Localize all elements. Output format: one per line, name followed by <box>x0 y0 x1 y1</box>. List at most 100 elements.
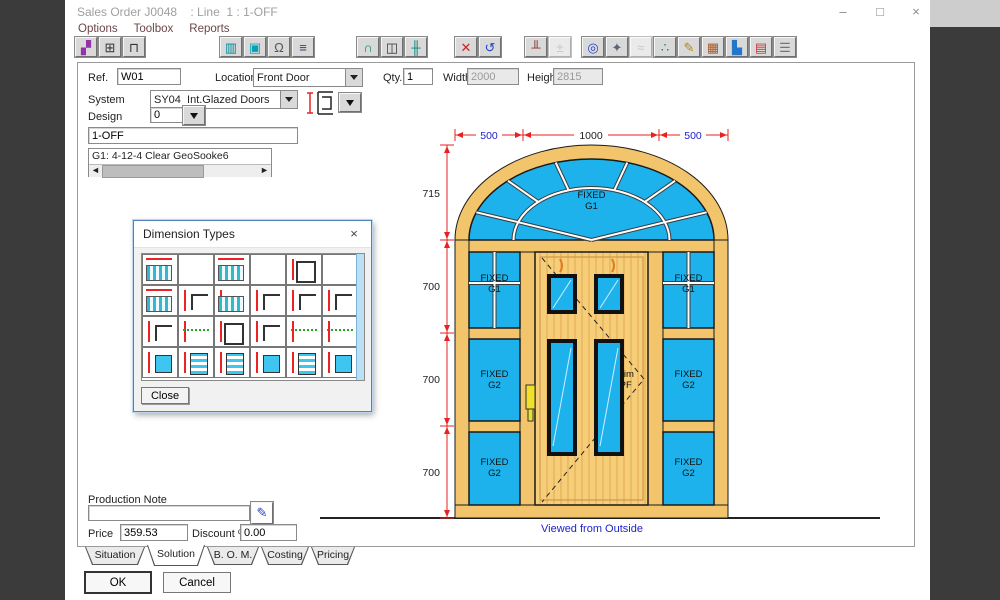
dialog-close-button[interactable]: Close <box>141 387 189 404</box>
menu-reports[interactable]: Reports <box>189 23 229 35</box>
dimension-type-thumbnail[interactable] <box>250 347 286 378</box>
maximize-button[interactable]: □ <box>867 2 893 22</box>
desktop-background <box>930 0 1000 27</box>
dimension-type-thumbnail[interactable] <box>250 316 286 347</box>
undo-icon[interactable]: ↺ <box>479 37 501 57</box>
dimension-type-thumbnail[interactable] <box>142 285 178 316</box>
report-icon[interactable]: ▤ <box>750 37 772 57</box>
window-panes-icon[interactable]: ▥ <box>220 37 242 57</box>
window-title: Sales Order J0048 : Line 1 : 1-OFF <box>77 5 278 19</box>
production-note-input[interactable] <box>88 505 250 521</box>
dimension-type-thumbnail[interactable] <box>286 347 322 378</box>
menu-options[interactable]: Options <box>78 23 118 35</box>
menu-toolbox[interactable]: Toolbox <box>134 23 174 35</box>
tab-pricing[interactable]: Pricing <box>311 547 355 565</box>
dimension-type-thumbnail[interactable] <box>178 316 214 347</box>
dimension-type-thumbnail[interactable] <box>142 347 178 378</box>
glass-listbox-scrollbar[interactable]: ◄ ► <box>89 164 271 177</box>
dimension-type-thumbnail[interactable] <box>286 254 322 285</box>
double-door-icon[interactable]: ◫ <box>381 37 403 57</box>
tab-costing[interactable]: Costing <box>261 547 309 565</box>
qty-input[interactable] <box>403 68 433 85</box>
dialog-scrollbar[interactable] <box>356 254 364 380</box>
dim-left-2: 700 <box>422 281 440 293</box>
system-label: System <box>88 94 125 106</box>
document-icon[interactable]: ☰ <box>774 37 796 57</box>
bottom-tabs: Situation Solution B. O. M. Costing Pric… <box>85 547 355 566</box>
fan-icon[interactable]: ✦ <box>606 37 628 57</box>
glass-spec-listbox[interactable]: G1: 4-12-4 Clear GeoSooke6 ◄ ► <box>88 148 272 177</box>
dimension-type-thumbnail[interactable] <box>214 316 250 347</box>
cancel-button[interactable]: Cancel <box>163 572 231 593</box>
sales-order-window: Sales Order J0048 : Line 1 : 1-OFF – □ ×… <box>65 0 930 600</box>
glass-spec-item[interactable]: G1: 4-12-4 Clear GeoSooke6 <box>89 149 271 164</box>
head-section-icon[interactable]: ⊓ <box>123 37 145 57</box>
chevron-down-icon[interactable] <box>280 91 297 108</box>
dialog-close-icon[interactable]: × <box>345 225 363 243</box>
arch-icon[interactable]: ∩ <box>357 37 379 57</box>
svg-text:G2: G2 <box>682 468 695 479</box>
dimension-type-thumbnail[interactable] <box>214 285 250 316</box>
svg-text:FIXED: FIXED <box>481 457 509 468</box>
tab-bom[interactable]: B. O. M. <box>207 547 259 565</box>
dimension-types-dialog: Dimension Types × <box>133 220 372 412</box>
edit-note-icon[interactable]: ✎ <box>251 502 273 524</box>
width-input <box>467 68 519 85</box>
dimension-types-panel <box>141 253 365 381</box>
scroll-right-icon[interactable]: ► <box>258 165 271 176</box>
ref-input[interactable] <box>117 68 181 85</box>
grid-window-icon[interactable]: ⊞ <box>99 37 121 57</box>
dimension-left: 715 700 700 700 <box>422 145 454 518</box>
dimension-type-thumbnail[interactable] <box>142 254 178 285</box>
dots-pen-icon[interactable]: ∴ <box>654 37 676 57</box>
dim-left-4: 700 <box>422 467 440 479</box>
survey-list-icon[interactable]: ≡ <box>292 37 314 57</box>
discount-input[interactable] <box>240 524 297 541</box>
dimension-type-thumbnail[interactable] <box>322 285 358 316</box>
tab-situation[interactable]: Situation <box>85 547 145 565</box>
dimension-type-thumbnail[interactable] <box>250 285 286 316</box>
delete-icon[interactable]: ✕ <box>455 37 477 57</box>
dialog-title-bar: Dimension Types × <box>134 221 371 248</box>
scroll-left-icon[interactable]: ◄ <box>89 165 102 176</box>
grill-icon[interactable]: ╫ <box>405 37 427 57</box>
dimension-type-thumbnail[interactable] <box>214 254 250 285</box>
dimension-type-thumbnail[interactable] <box>322 347 358 378</box>
profile-dropdown-button[interactable] <box>339 93 361 112</box>
close-button[interactable]: × <box>903 2 929 22</box>
dimension-type-thumbnail[interactable] <box>178 254 214 285</box>
svg-text:G1: G1 <box>682 284 695 295</box>
scrollbar-thumb[interactable] <box>102 165 204 178</box>
dimension-type-thumbnail[interactable] <box>322 316 358 347</box>
chart-icon[interactable]: ▙ <box>726 37 748 57</box>
location-select[interactable]: Front Door <box>253 68 363 87</box>
dimension-type-thumbnail[interactable] <box>178 347 214 378</box>
pen-icon[interactable]: ✎ <box>678 37 700 57</box>
toolbar-group-2: ▥ ▣ Ω ≡ <box>220 37 314 57</box>
frame-icon[interactable]: ▣ <box>244 37 266 57</box>
scales-icon[interactable]: ╨ <box>525 37 547 57</box>
line-description-input[interactable] <box>88 127 298 144</box>
dimension-type-thumbnail[interactable] <box>286 285 322 316</box>
bulb-icon[interactable]: Ω <box>268 37 290 57</box>
chevron-down-icon[interactable] <box>345 69 362 86</box>
dimension-type-thumbnail[interactable] <box>178 285 214 316</box>
ok-button[interactable]: OK <box>85 572 151 593</box>
dimension-type-thumbnail[interactable] <box>322 254 358 285</box>
dimension-type-thumbnail[interactable] <box>250 254 286 285</box>
title-bar: Sales Order J0048 : Line 1 : 1-OFF – □ × <box>65 0 930 24</box>
dimension-type-thumbnail[interactable] <box>214 347 250 378</box>
machine-icon[interactable]: ▦ <box>702 37 724 57</box>
profile-palette-icon[interactable]: ▞ <box>75 37 97 57</box>
toolbar-group-6: ◎ ✦ ≈ ∴ ✎ ▦ ▙ ▤ ☰ <box>582 37 796 57</box>
design-dropdown-button[interactable] <box>183 106 205 125</box>
fanlight-label-g1: G1 <box>585 201 598 212</box>
svg-text:G2: G2 <box>682 380 695 391</box>
dimension-type-thumbnail[interactable] <box>286 316 322 347</box>
tab-solution[interactable]: Solution <box>147 545 205 566</box>
design-input[interactable] <box>150 107 184 123</box>
zoom-icon[interactable]: ◎ <box>582 37 604 57</box>
minimize-button[interactable]: – <box>830 2 856 22</box>
price-input[interactable] <box>120 524 188 541</box>
dimension-type-thumbnail[interactable] <box>142 316 178 347</box>
